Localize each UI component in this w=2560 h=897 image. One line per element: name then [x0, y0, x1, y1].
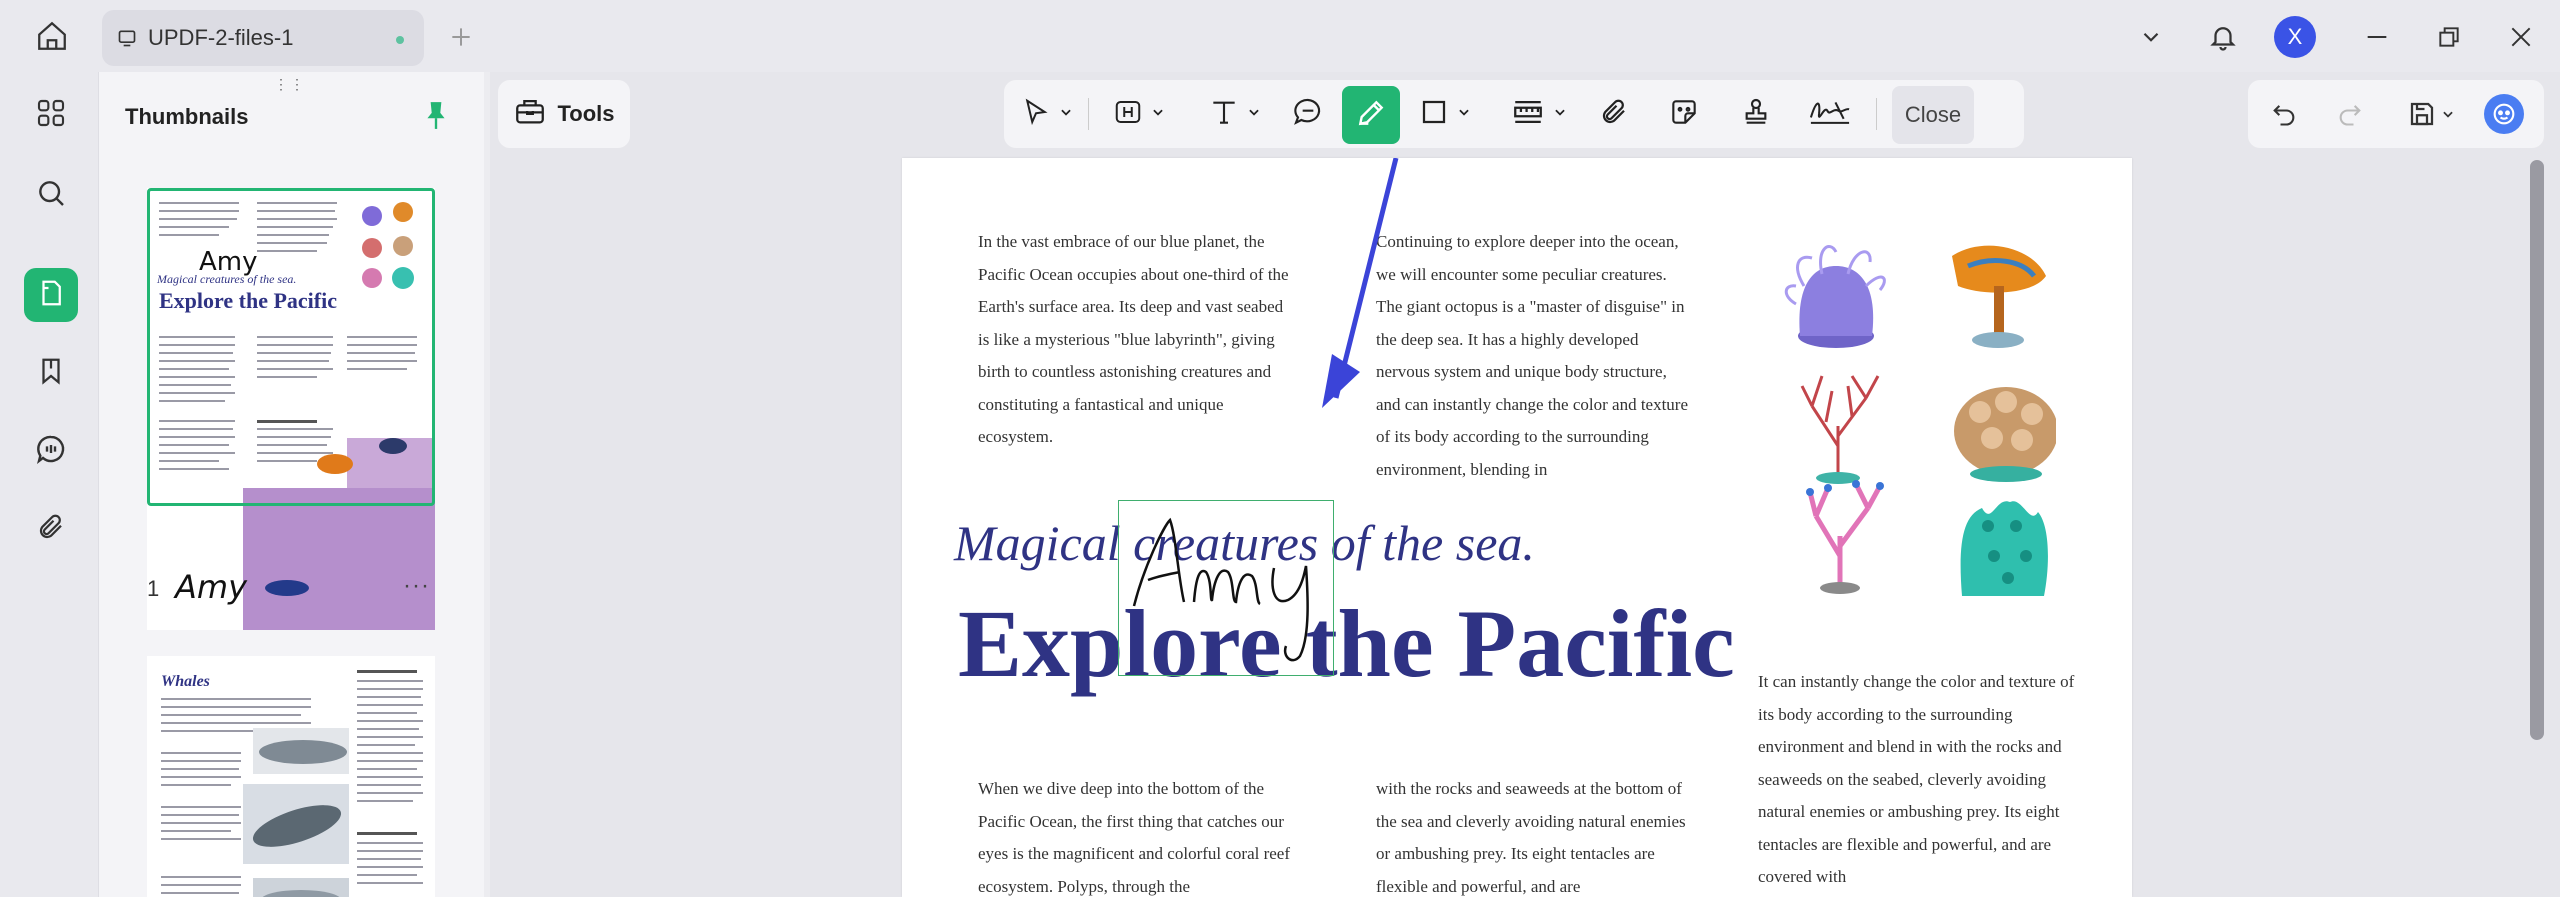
tab-status-dot [396, 36, 404, 44]
anemone-image [1784, 245, 1886, 348]
pin-icon[interactable] [419, 98, 453, 132]
thumbnails-panel: ⋮⋮ Thumbnails Amy Magical creatures of t… [98, 72, 484, 897]
vertical-scrollbar[interactable] [2530, 160, 2544, 740]
restore-icon[interactable] [2426, 14, 2472, 60]
separator [1876, 98, 1877, 130]
signature-drawing[interactable] [1124, 506, 1330, 670]
ruler-icon [1511, 95, 1545, 134]
text-icon [1208, 96, 1240, 133]
undo-icon[interactable] [2262, 92, 2306, 136]
page-icon [36, 278, 66, 313]
measure-tool[interactable] [1506, 92, 1550, 136]
page-number-1: 1 [147, 576, 160, 601]
bookmark-icon [36, 356, 66, 391]
orange-coral-image [1952, 245, 2046, 348]
teal-coral-image [1960, 501, 2048, 596]
close-window-icon[interactable] [2498, 14, 2544, 60]
left-rail [0, 72, 98, 897]
paragraph-camouflage: It can instantly change the color and te… [1758, 672, 2075, 886]
rail-bookmarks[interactable] [24, 346, 78, 400]
rail-organize[interactable] [24, 88, 78, 142]
minimize-icon[interactable] [2354, 14, 2400, 60]
main-area: Tools Close In the vast embrace of our b… [490, 72, 2560, 897]
close-toolbar-button[interactable]: Close [1892, 86, 1974, 144]
stamp-tool[interactable] [1734, 92, 1778, 136]
right-toolbar [2248, 80, 2544, 148]
speech-bubble-icon [1292, 96, 1324, 133]
grid-icon [35, 97, 67, 134]
ai-assistant-icon[interactable] [2484, 94, 2524, 134]
signature-tool[interactable] [1804, 92, 1856, 136]
selected-thumbnail-outline [147, 188, 435, 506]
sticker-tool[interactable] [1662, 92, 1706, 136]
text-chevron-icon[interactable] [1246, 104, 1262, 120]
tab-title: UPDF-2-files-1 [148, 25, 294, 50]
rectangle-icon [1419, 97, 1449, 132]
measure-chevron-icon[interactable] [1552, 104, 1568, 120]
signature-icon [1808, 97, 1852, 132]
stamp-icon [1740, 96, 1772, 133]
save-chevron-icon[interactable] [2438, 92, 2458, 136]
svg-text:Amy: Amy [173, 568, 248, 606]
document-tab-icon [116, 27, 138, 49]
comment-tool[interactable] [1286, 92, 1330, 136]
redo-icon[interactable] [2328, 92, 2372, 136]
chevron-down-icon[interactable] [2128, 14, 2174, 60]
pencil-icon [1355, 97, 1387, 134]
paperclip-icon [1599, 97, 1629, 132]
annotation-toolbar: Close [1004, 80, 2024, 148]
more-options-icon[interactable]: ··· [403, 572, 430, 600]
rail-thumbnails[interactable] [24, 268, 78, 322]
red-coral-image [1800, 375, 1880, 476]
highlight-text-icon [1113, 97, 1143, 132]
tools-button[interactable]: Tools [498, 80, 630, 148]
rail-search[interactable] [24, 168, 78, 222]
shape-tool[interactable] [1414, 92, 1454, 136]
title-bar: UPDF-2-files-1 X [0, 0, 2560, 72]
add-tab-icon[interactable] [444, 20, 478, 54]
highlight-chevron-icon[interactable] [1150, 104, 1166, 120]
home-icon[interactable] [28, 16, 76, 56]
separator [1088, 98, 1089, 130]
paperclip-icon [36, 512, 66, 547]
user-avatar[interactable]: X [2272, 14, 2318, 60]
select-tool[interactable] [1016, 92, 1056, 136]
pink-coral-image [1807, 482, 1883, 586]
tools-label: Tools [557, 101, 615, 126]
highlight-tool[interactable] [1108, 92, 1148, 136]
text-tool[interactable] [1204, 92, 1244, 136]
shape-chevron-icon[interactable] [1456, 104, 1472, 120]
attach-tool[interactable] [1592, 92, 1636, 136]
coral-images [1784, 245, 2056, 596]
bell-icon[interactable] [2200, 14, 2246, 60]
paragraph-coral-reef: When we dive deep into the bottom of the… [978, 779, 1291, 896]
document-page[interactable]: In the vast embrace of our blue planet, … [902, 158, 2132, 897]
brown-coral-image [1954, 387, 2056, 482]
drag-handle[interactable]: ⋮⋮ [274, 76, 306, 93]
rail-comments[interactable] [24, 424, 78, 478]
cursor-icon [1021, 97, 1051, 132]
thumbnails-title: Thumbnails [125, 104, 249, 129]
document-title: Explore the Pacific [958, 590, 1735, 697]
thumbnail-2-heading: Whales [161, 673, 210, 690]
page-thumbnail-2[interactable]: Whales [147, 656, 435, 897]
select-tool-chevron-icon[interactable] [1058, 104, 1074, 120]
arrow-annotation[interactable] [1232, 158, 1452, 438]
paragraph-octopus-continued: with the rocks and seaweeds at the botto… [1376, 779, 1686, 896]
document-tab[interactable]: UPDF-2-files-1 [102, 10, 424, 66]
comment-icon [35, 433, 67, 470]
avatar: X [2274, 16, 2316, 58]
toolbox-icon [513, 94, 547, 134]
search-icon [35, 177, 67, 214]
pencil-tool[interactable] [1342, 86, 1400, 144]
sticker-icon [1668, 96, 1700, 133]
rail-attachments[interactable] [24, 502, 78, 556]
